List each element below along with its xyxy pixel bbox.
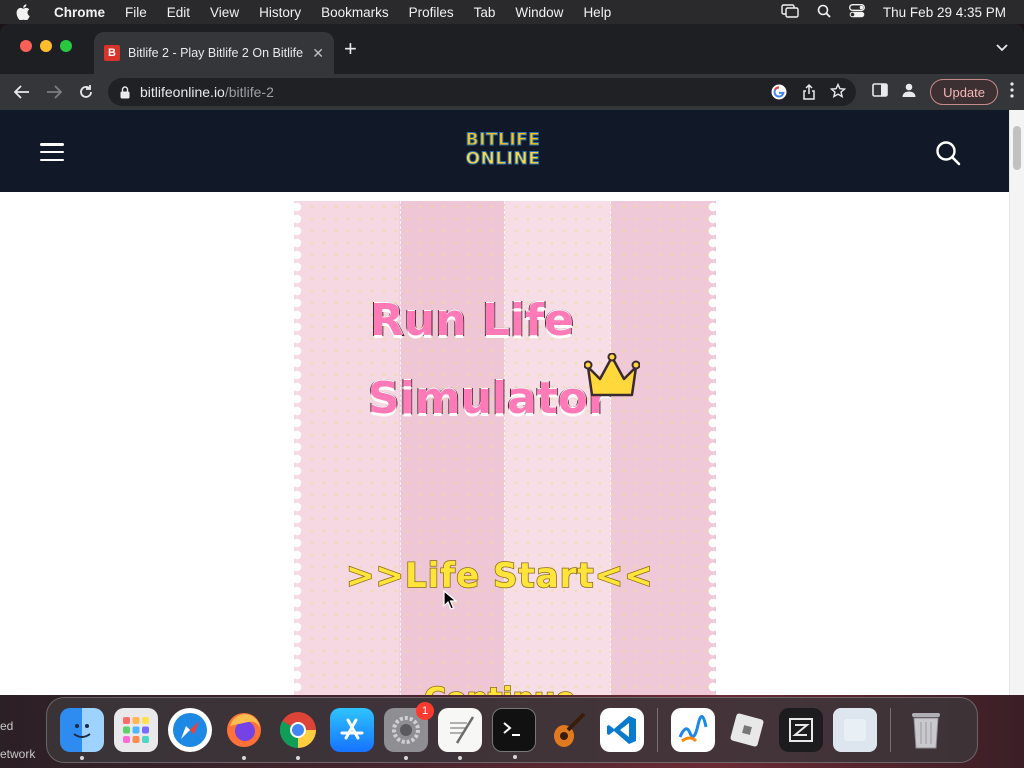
- update-button[interactable]: Update: [930, 79, 998, 105]
- desktop-label-fragment: ed: [0, 719, 14, 733]
- firefox-icon[interactable]: [222, 708, 266, 760]
- tab-search-chevron-icon[interactable]: [996, 41, 1008, 55]
- apple-logo-icon[interactable]: [16, 4, 40, 20]
- game-title-line-2: Simulator: [367, 372, 611, 425]
- browser-toolbar: bitlifeonline.io/bitlife-2 Update: [0, 74, 1024, 110]
- launchpad-icon[interactable]: [114, 708, 158, 752]
- bitlife-online-logo[interactable]: BITLIFE ONLINE: [456, 128, 550, 172]
- bitlife-favicon-icon: B: [104, 45, 120, 61]
- chrome-menu-kebab-icon[interactable]: [1010, 81, 1014, 103]
- control-center-icon[interactable]: [848, 3, 865, 21]
- tab-strip: B Bitlife 2 - Play Bitlife 2 On Bitlife …: [0, 24, 1024, 74]
- polka-dot-pattern: [294, 201, 716, 721]
- minimize-window-button[interactable]: [40, 40, 52, 52]
- textedit-icon[interactable]: [438, 708, 482, 760]
- side-panel-icon[interactable]: [872, 82, 888, 102]
- garageband-icon[interactable]: [546, 708, 590, 752]
- zoom-window-button[interactable]: [60, 40, 72, 52]
- dock-separator: [890, 708, 891, 752]
- close-tab-icon[interactable]: ✕: [312, 45, 324, 62]
- freeform-icon[interactable]: [671, 708, 715, 752]
- stripe-seam: [610, 201, 611, 721]
- forward-arrow-icon[interactable]: [44, 85, 64, 99]
- profile-avatar-icon[interactable]: [900, 81, 918, 104]
- active-tab[interactable]: B Bitlife 2 - Play Bitlife 2 On Bitlife …: [94, 32, 334, 74]
- system-settings-icon[interactable]: 1: [384, 702, 434, 760]
- site-search-icon[interactable]: [935, 140, 961, 171]
- terminal-icon[interactable]: [492, 708, 536, 759]
- hamburger-menu-icon[interactable]: [40, 143, 64, 161]
- logo-line-1: BITLIFE: [465, 130, 541, 150]
- spotlight-search-icon[interactable]: [817, 4, 831, 21]
- app-store-icon[interactable]: [330, 708, 374, 752]
- back-arrow-icon[interactable]: [12, 85, 32, 99]
- menu-clock[interactable]: Thu Feb 29 4:35 PM: [883, 5, 1006, 20]
- lace-border-left: [294, 201, 303, 721]
- menu-help[interactable]: Help: [583, 5, 611, 20]
- lace-border-right: [707, 201, 716, 721]
- crown-icon: [583, 352, 641, 404]
- menu-bookmarks[interactable]: Bookmarks: [321, 5, 389, 20]
- roblox-icon[interactable]: [725, 708, 769, 752]
- share-icon[interactable]: [802, 83, 816, 104]
- game-canvas[interactable]: Run Life Simulator >>Life Start<< Contin…: [294, 201, 716, 721]
- vscode-icon[interactable]: [600, 708, 644, 752]
- logo-line-2: ONLINE: [465, 149, 541, 169]
- finder-icon[interactable]: [60, 708, 104, 760]
- menu-view[interactable]: View: [210, 5, 239, 20]
- menu-tab[interactable]: Tab: [474, 5, 496, 20]
- menu-window[interactable]: Window: [515, 5, 563, 20]
- settings-notification-badge: 1: [416, 702, 434, 720]
- tab-title: Bitlife 2 - Play Bitlife 2 On Bitlife: [128, 46, 304, 60]
- stripe-seam: [400, 201, 401, 721]
- chrome-icon[interactable]: [276, 708, 320, 760]
- new-tab-plus-icon[interactable]: +: [344, 38, 357, 60]
- menu-app-name[interactable]: Chrome: [54, 5, 105, 20]
- url-domain: bitlifeonline.io: [140, 84, 225, 100]
- desktop-label-fragment: etwork: [0, 747, 36, 761]
- game-title-line-1: Run Life: [369, 294, 575, 347]
- address-bar[interactable]: bitlifeonline.io/bitlife-2: [108, 78, 856, 106]
- menu-history[interactable]: History: [259, 5, 301, 20]
- google-lens-icon[interactable]: [770, 83, 788, 104]
- bookmark-star-icon[interactable]: [829, 82, 847, 104]
- url-path: /bitlife-2: [224, 84, 274, 100]
- toolbar-right: Update: [872, 79, 1014, 105]
- close-window-button[interactable]: [20, 40, 32, 52]
- dock-separator: [657, 708, 658, 752]
- page-scrollbar[interactable]: [1009, 110, 1024, 695]
- menu-file[interactable]: File: [125, 5, 147, 20]
- screen-mirroring-icon[interactable]: [781, 3, 799, 21]
- scrollbar-thumb[interactable]: [1013, 126, 1021, 170]
- preview-icon[interactable]: [833, 708, 877, 752]
- mouse-pointer-icon: [443, 589, 458, 615]
- life-start-button[interactable]: >>Life Start<<: [345, 555, 654, 597]
- macos-dock: 1: [46, 697, 978, 763]
- window-controls: [20, 40, 72, 52]
- safari-icon[interactable]: [168, 708, 212, 752]
- stripe-seam: [504, 201, 505, 721]
- site-info-lock-icon[interactable]: [120, 85, 130, 99]
- reload-icon[interactable]: [76, 84, 96, 100]
- zed-icon[interactable]: [779, 708, 823, 752]
- menu-edit[interactable]: Edit: [167, 5, 190, 20]
- trash-icon[interactable]: [904, 708, 948, 752]
- menu-profiles[interactable]: Profiles: [409, 5, 454, 20]
- macos-menu-bar: Chrome File Edit View History Bookmarks …: [0, 0, 1024, 24]
- site-header: BITLIFE ONLINE: [0, 110, 1024, 192]
